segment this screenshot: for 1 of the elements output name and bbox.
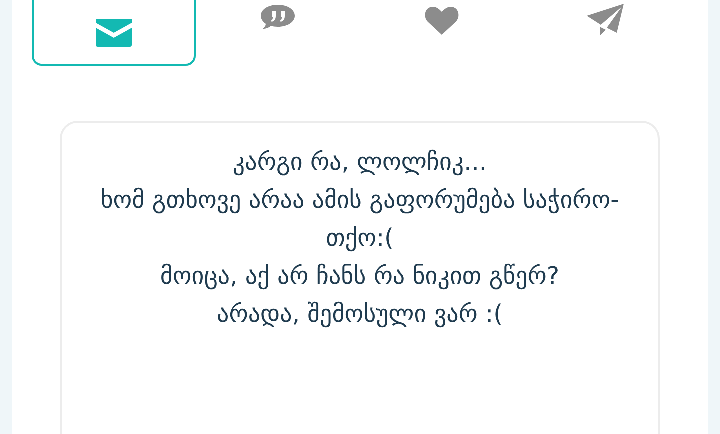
message-text: კარგი რა, ლოლჩიკ... ხომ გთხოვე არაა ამის გაფორუმება საჭირო-თქო:( მოიცა, აქ არ ჩანს რა ნიკით გწერ? არადა, შემოსული ვარ :( [100,147,620,330]
